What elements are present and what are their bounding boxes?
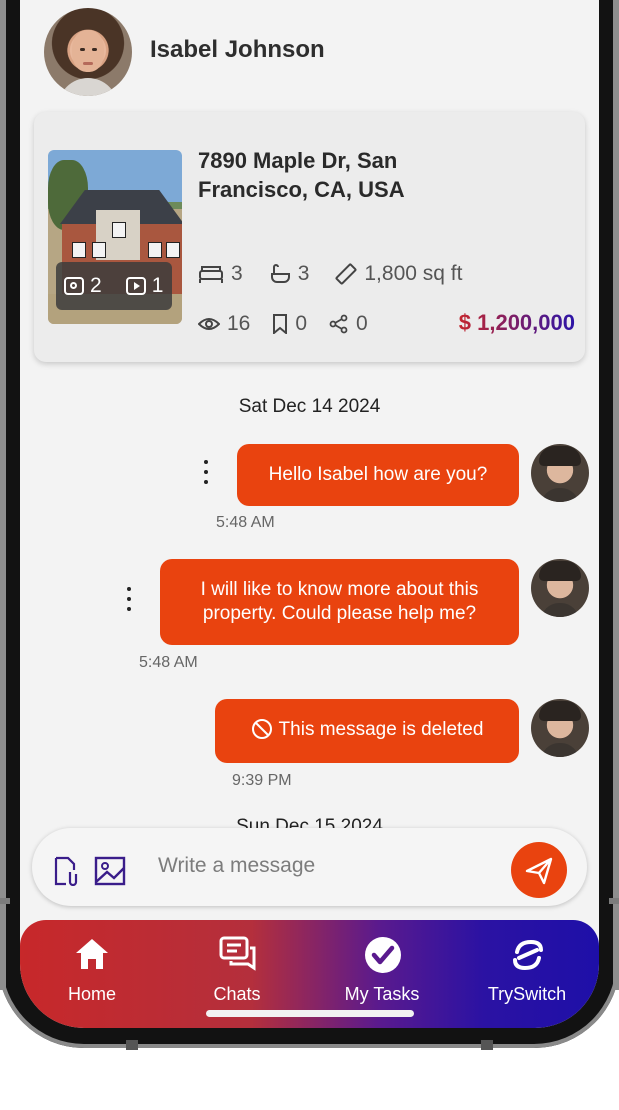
date-separator: Sun Dec 15 2024 (236, 816, 383, 828)
kebab-icon[interactable] (204, 460, 208, 486)
property-price: $ 1,200,000 (458, 310, 575, 335)
bath-icon (270, 264, 290, 283)
message-bubble[interactable]: I will like to know more about this prop… (160, 559, 519, 645)
phone-port (126, 1040, 138, 1050)
contact-avatar[interactable] (44, 8, 132, 96)
bottom-nav: Home Chats My Tasks TrySwitch (20, 920, 599, 1028)
image-icon[interactable] (94, 856, 126, 886)
ruler-icon (335, 263, 357, 285)
message-time: 5:48 AM (216, 514, 275, 531)
deleted-message-bubble[interactable]: This message is deleted (215, 699, 519, 763)
kebab-icon[interactable] (127, 587, 131, 613)
phone-rim (613, 0, 619, 990)
sender-avatar (531, 559, 589, 617)
contact-name[interactable]: Isabel Johnson (150, 36, 325, 64)
chats-icon (219, 936, 256, 971)
video-icon (125, 277, 146, 295)
tryswitch-icon (513, 939, 543, 971)
saves-count: 0 (295, 312, 308, 335)
property-card[interactable]: 2 1 7890 Maple Dr, San Francisco, CA, US… (34, 112, 585, 362)
phone-rim (0, 0, 6, 990)
chat-header: Isabel Johnson (20, 8, 599, 96)
area-value: 1,800 sq ft (364, 262, 463, 285)
phone-button (609, 898, 619, 904)
bed-icon (199, 266, 223, 283)
sender-avatar (531, 444, 589, 502)
block-icon (251, 719, 272, 739)
date-separator: Sat Dec 14 2024 (238, 396, 381, 417)
phone-port (481, 1040, 493, 1050)
bookmark-icon[interactable] (272, 314, 288, 334)
beds-count: 3 (231, 262, 243, 285)
message-bubble[interactable]: Hello Isabel how are you? (237, 444, 519, 506)
home-icon (76, 939, 108, 969)
message-composer: Write a message (32, 828, 587, 906)
send-icon (525, 857, 553, 885)
deleted-message-text: This message is deleted (278, 719, 484, 740)
message-time: 5:48 AM (139, 654, 198, 671)
check-circle-icon (365, 937, 401, 973)
attach-file-icon[interactable] (54, 856, 78, 886)
shares-count: 0 (356, 312, 368, 335)
property-specs: 3 3 1,800 sq ft (198, 262, 488, 286)
message-time: 9:39 PM (232, 772, 292, 789)
share-icon[interactable] (329, 314, 349, 334)
property-photo[interactable]: 2 1 (48, 150, 182, 324)
send-button[interactable] (511, 842, 567, 898)
message-input[interactable]: Write a message (158, 854, 315, 878)
property-address: 7890 Maple Dr, San Francisco, CA, USA (198, 148, 405, 202)
video-count: 1 (151, 274, 164, 297)
baths-count: 3 (297, 262, 310, 285)
sender-avatar (531, 699, 589, 757)
views-count: 16 (227, 312, 251, 335)
photo-count: 2 (90, 274, 102, 297)
eye-icon (198, 318, 220, 330)
photo-icon (64, 277, 84, 295)
chat-screen: Isabel Johnson 2 1 7890 Maple Dr, San Fr… (20, 0, 599, 1028)
media-count-badge: 2 1 (56, 262, 172, 310)
phone-button (0, 898, 10, 904)
home-indicator[interactable] (206, 1010, 414, 1017)
